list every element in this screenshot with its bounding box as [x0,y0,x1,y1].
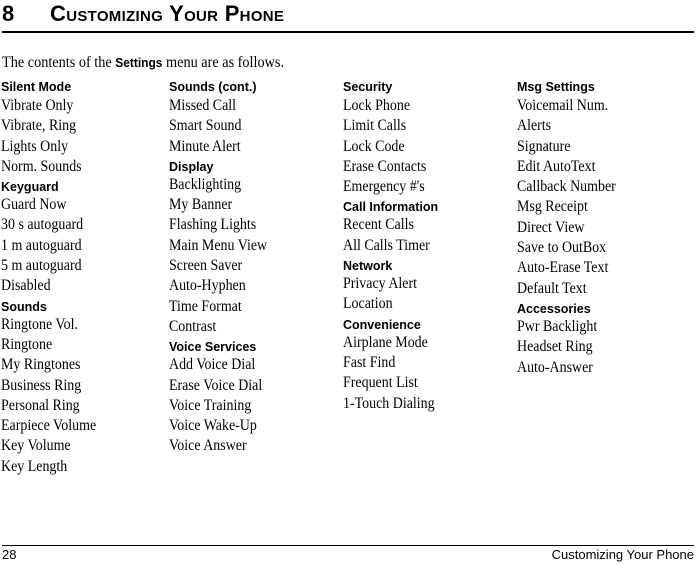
menu-item: Airplane Mode [343,333,428,351]
menu-item: Key Length [1,457,68,475]
menu-item: Alerts [517,117,552,135]
menu-group: Sounds (cont.) Missed Call Smart Sound Minu… [169,79,339,157]
menu-item: 1 m autoguard [1,236,82,254]
menu-item: Msg Receipt [517,198,588,216]
menu-group: Call Information Recent Calls All Calls Ti… [343,197,513,256]
menu-item: Voice Training [169,396,252,414]
menu-item: Vibrate, Ring [1,117,77,135]
menu-group: Sounds Ringtone Vol. Ringtone My Ringtones B… [1,297,171,477]
menu-group-heading: Security [343,80,393,94]
menu-column-3: Security Lock Phone Limit Calls Lock Code Er… [343,79,513,414]
intro-text-before: The contents of the [2,54,116,71]
menu-item: Callback Number [517,178,616,196]
chapter-title: Customizing Your Phone [50,1,285,26]
menu-item: Contrast [169,317,217,335]
menu-item: Emergency #'s [343,178,425,196]
menu-item: Direct View [517,218,585,236]
menu-group-heading: Call Information [343,200,439,215]
menu-group-heading: Msg Settings [517,80,595,94]
menu-item: Recent Calls [343,216,414,234]
intro-paragraph: The contents of the Settings menu are as… [2,53,284,73]
menu-group: Msg Settings Voicemail Num. Alerts Signatur… [517,79,687,299]
menu-item: Minute Alert [169,137,241,155]
menu-item: Business Ring [1,376,82,394]
menu-item: Erase Voice Dial [169,376,263,394]
menu-column-2: Sounds (cont.) Missed Call Smart Sound Minu… [169,79,339,457]
menu-item: My Ringtones [1,356,81,374]
menu-group-heading: Accessories [517,301,591,316]
menu-item: Earpiece Volume [1,417,97,435]
menu-group-heading: Keyguard [1,180,59,195]
menu-item: Lock Phone [343,97,411,114]
heading-rule [2,31,694,33]
menu-group: Network Privacy Alert Location [343,256,513,315]
menu-item: Default Text [517,279,587,297]
menu-group-heading: Voice Services [169,340,257,355]
menu-group-heading: Network [343,259,393,274]
menu-item: All Calls Timer [343,236,430,254]
menu-item: Limit Calls [343,117,407,135]
menu-item: Auto-Hyphen [169,277,246,295]
menu-item: Key Volume [1,437,71,455]
settings-menu-name: Settings [115,55,163,70]
menu-item: Time Format [169,297,242,315]
menu-item: Edit AutoText [517,157,596,175]
menu-item: Signature [517,137,571,155]
menu-item: Privacy Alert [343,275,417,293]
menu-item: Screen Saver [169,257,243,275]
menu-group: Accessories Pwr Backlight Headset Ring Auto… [517,299,687,378]
menu-group-heading: Sounds (cont.) [169,80,257,94]
menu-item: Guard Now [1,196,67,214]
menu-item: Voice Answer [169,437,247,455]
chapter-number: 8 [2,1,15,26]
menu-item: Lock Code [343,137,405,155]
menu-item: Voicemail Num. [517,97,609,114]
menu-item: Norm. Sounds [1,157,82,175]
menu-item: Add Voice Dial [169,356,256,374]
footer-rule [2,545,694,546]
menu-item: Voice Wake-Up [169,417,257,435]
menu-item: Location [343,295,393,313]
menu-item: Pwr Backlight [517,317,598,335]
menu-item: Erase Contacts [343,157,427,175]
menu-item: Personal Ring [1,396,80,414]
intro-text-after: menu are as follows. [162,54,285,71]
menu-group: Silent Mode Vibrate Only Vibrate, Ring Ligh… [1,79,171,177]
menu-item: Fast Find [343,353,396,371]
menu-item: Disabled [1,277,51,295]
menu-item: Auto-Erase Text [517,259,609,277]
menu-item: 1-Touch Dialing [343,394,435,412]
menu-group-heading: Display [169,159,214,174]
menu-group: Security Lock Phone Limit Calls Lock Code Er… [343,79,513,197]
menu-item: Ringtone Vol. [1,315,79,333]
menu-group: Display Backlighting My Banner Flashing Lig… [169,157,339,337]
menu-group: Keyguard Guard Now 30 s autoguard 1 m autog… [1,177,171,296]
menu-item: Frequent List [343,374,418,392]
menu-group: Convenience Airplane Mode Fast Find Frequen… [343,315,513,414]
chapter-heading: 8 Customizing Your Phone [0,0,698,32]
menu-item: Flashing Lights [169,216,257,234]
menu-item: Smart Sound [169,117,242,135]
menu-item: Backlighting [169,175,242,193]
menu-column-1: Silent Mode Vibrate Only Vibrate, Ring Ligh… [1,79,171,477]
menu-item: Ringtone [1,335,53,353]
menu-group: Voice Services Add Voice Dial Erase Voice … [169,337,339,456]
menu-item: Lights Only [1,137,69,155]
menu-item: 30 s autoguard [1,216,84,234]
menu-group-heading: Silent Mode [1,80,72,94]
menu-item: Headset Ring [517,338,593,356]
menu-item: 5 m autoguard [1,257,82,275]
menu-group-heading: Convenience [343,317,421,332]
menu-item: Vibrate Only [1,97,74,114]
menu-item: Missed Call [169,97,237,114]
menu-column-4: Msg Settings Voicemail Num. Alerts Signatur… [517,79,687,378]
menu-item: My Banner [169,196,233,214]
page-number: 28 [2,547,17,562]
menu-item: Main Menu View [169,236,268,254]
footer-section-title: Customizing Your Phone [551,547,694,562]
menu-item: Save to OutBox [517,239,607,257]
menu-item: Auto-Answer [517,358,593,376]
menu-group-heading: Sounds [1,299,47,314]
